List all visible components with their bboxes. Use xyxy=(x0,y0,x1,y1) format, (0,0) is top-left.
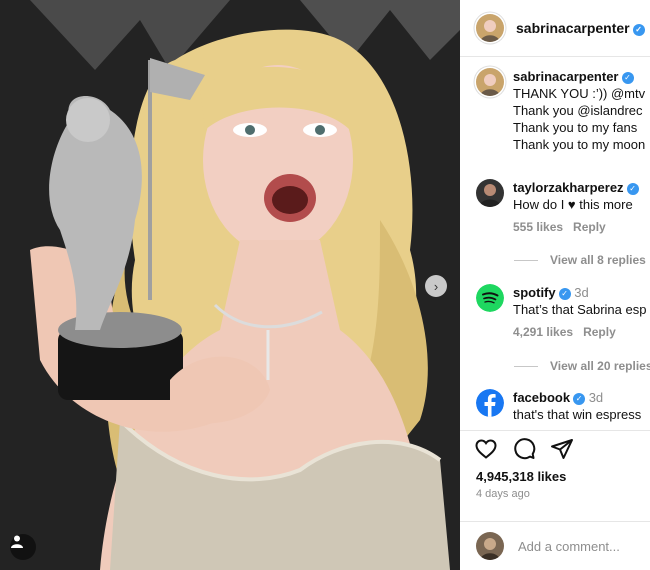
verified-badge-icon: ✓ xyxy=(626,183,639,195)
comment-likes[interactable]: 555 likes xyxy=(513,220,563,234)
share-icon[interactable] xyxy=(550,437,574,461)
verified-badge-icon: ✓ xyxy=(621,72,634,84)
comment-item: facebook ✓ 3d that's that win espress xyxy=(476,389,641,423)
likes-count[interactable]: 4,945,318 likes xyxy=(476,469,566,484)
commenter-username[interactable]: facebook xyxy=(513,390,570,405)
add-comment-bar: Add a comment... xyxy=(460,521,650,570)
user-tag-icon xyxy=(11,535,23,548)
author-username-text: sabrinacarpenter xyxy=(516,20,630,36)
facebook-avatar[interactable] xyxy=(476,389,504,417)
caption-line: THANK YOU :’)) @mtv xyxy=(513,86,646,101)
comment-input[interactable]: Add a comment... xyxy=(518,539,620,554)
comment-item: spotify ✓ 3d That’s that Sabrina esp 4,29… xyxy=(476,284,646,341)
reply-button[interactable]: Reply xyxy=(573,220,606,234)
post-header: sabrinacarpenter ✓ xyxy=(460,0,650,57)
post-photo[interactable]: › xyxy=(0,0,460,570)
caption-username[interactable]: sabrinacarpenter xyxy=(513,69,619,84)
author-avatar[interactable] xyxy=(476,14,504,42)
comment-likes[interactable]: 4,291 likes xyxy=(513,325,573,339)
view-replies-button[interactable]: View all 8 replies xyxy=(514,253,646,267)
post-actions: 4,945,318 likes 4 days ago xyxy=(460,430,650,510)
commenter-username[interactable]: spotify xyxy=(513,285,556,300)
reply-button[interactable]: Reply xyxy=(583,325,616,339)
comment-time: 3d xyxy=(574,285,589,300)
comment-time: 3d xyxy=(588,390,604,405)
tagged-users-button[interactable] xyxy=(10,534,36,560)
post-side-panel: sabrinacarpenter ✓ sabrinacarpenter ✓ THAN… xyxy=(460,0,650,570)
author-username[interactable]: sabrinacarpenter ✓ xyxy=(516,20,645,36)
next-photo-button[interactable]: › xyxy=(425,275,447,297)
chevron-right-icon: › xyxy=(433,278,439,294)
verified-badge-icon: ✓ xyxy=(573,393,586,405)
comment-icon[interactable] xyxy=(512,437,536,461)
photo-illustration xyxy=(0,0,460,570)
comment-text: How do I ♥ this more xyxy=(513,197,633,212)
caption: sabrinacarpenter ✓ THANK YOU :’)) @mtv Th… xyxy=(476,68,645,153)
comment-text: That’s that Sabrina esp xyxy=(513,302,647,317)
verified-badge-icon: ✓ xyxy=(558,288,571,300)
verified-badge-icon: ✓ xyxy=(632,24,645,36)
spotify-avatar[interactable] xyxy=(476,284,504,312)
viewer-avatar xyxy=(476,532,504,560)
comment-text: that's that win espress xyxy=(513,407,642,422)
commenter-username[interactable]: taylorzakharperez xyxy=(513,180,624,195)
caption-avatar[interactable] xyxy=(476,68,504,96)
comment-item: taylorzakharperez ✓ How do I ♥ this more … xyxy=(476,179,639,236)
view-replies-button[interactable]: View all 20 replies xyxy=(514,359,650,373)
caption-line: Thank you to my fans xyxy=(513,120,638,135)
caption-line: Thank you to my moon xyxy=(513,137,646,152)
comments-list: sabrinacarpenter ✓ THANK YOU :’)) @mtv Th… xyxy=(460,58,650,430)
commenter-avatar[interactable] xyxy=(476,179,504,207)
caption-line: Thank you @islandrec xyxy=(513,103,643,118)
heart-icon[interactable] xyxy=(474,437,498,461)
post-date: 4 days ago xyxy=(476,488,530,500)
